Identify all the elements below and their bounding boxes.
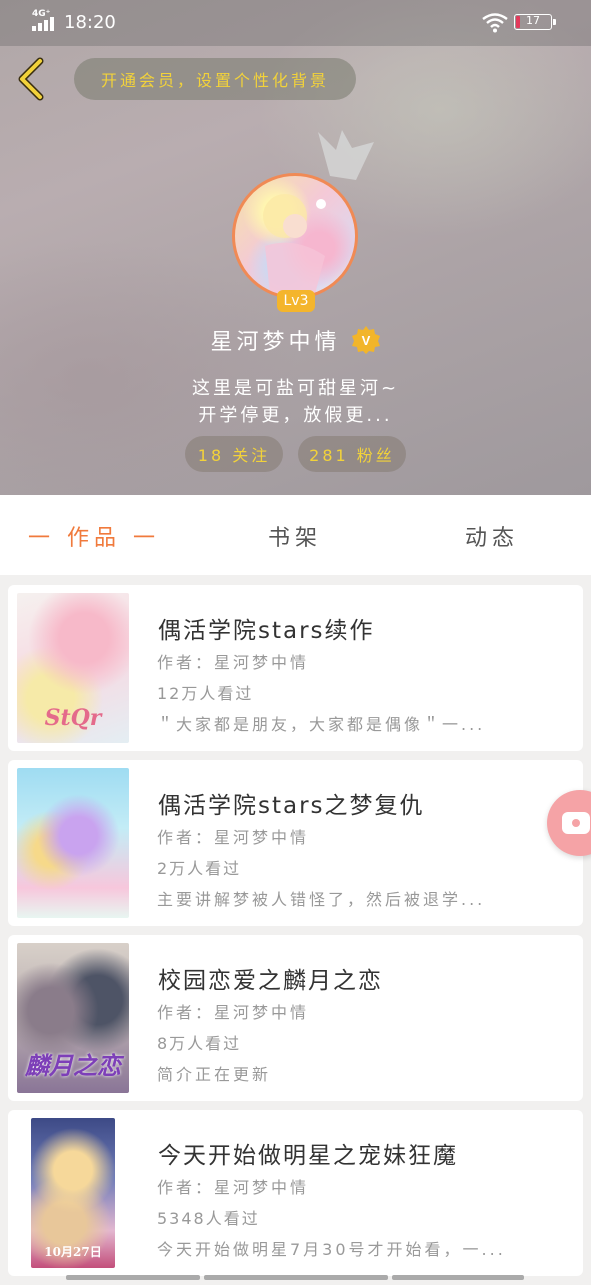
- bio-line-2: 开学停更，放假更...: [198, 405, 393, 426]
- fans-count-button[interactable]: 281 粉丝: [298, 436, 406, 472]
- following-count-button[interactable]: 18 关注: [185, 436, 283, 472]
- battery-icon: 17: [514, 14, 556, 30]
- network-type: 4G⁺: [32, 9, 51, 19]
- avatar-illustration: [263, 194, 326, 294]
- wifi-icon: [482, 13, 508, 33]
- clock: 18:20: [64, 12, 116, 33]
- book-title: 偶活学院stars之梦复仇: [158, 793, 425, 819]
- tab-feed[interactable]: 动态: [465, 495, 519, 575]
- bottom-scroll-indicator: [392, 1275, 524, 1280]
- book-title: 今天开始做明星之宠妹狂魔: [158, 1143, 458, 1169]
- works-list: StQr 偶活学院stars续作 作者：星河梦中情 12万人看过 ＂大家都是朋友…: [8, 585, 583, 1285]
- book-card[interactable]: StQr 偶活学院stars续作 作者：星河梦中情 12万人看过 ＂大家都是朋友…: [8, 585, 583, 751]
- vip-background-button[interactable]: 开通会员，设置个性化背景: [74, 58, 356, 100]
- book-author: 作者：星河梦中情: [157, 653, 310, 672]
- book-title: 校园恋爱之麟月之恋: [158, 968, 383, 994]
- book-description: ＂大家都是朋友，大家都是偶像＂一...: [157, 715, 486, 734]
- book-author: 作者：星河梦中情: [157, 828, 310, 847]
- level-badge: Lv3: [277, 290, 315, 312]
- book-views: 2万人看过: [157, 859, 242, 878]
- book-author: 作者：星河梦中情: [157, 1178, 310, 1197]
- profile-tabs: 一 作品 一 书架 动态: [0, 495, 591, 575]
- cover-title: 麟月之恋: [25, 1051, 121, 1080]
- avatar[interactable]: [232, 173, 358, 299]
- book-author: 作者：星河梦中情: [157, 1003, 310, 1022]
- book-cover: [17, 768, 129, 918]
- nickname: 星河梦中情: [210, 330, 341, 355]
- book-views: 8万人看过: [157, 1034, 242, 1053]
- bottom-scroll-indicator: [66, 1275, 200, 1280]
- nickname-row: 星河梦中情 V: [0, 322, 591, 358]
- status-bar: 4G⁺ 18:20 17: [0, 0, 591, 46]
- book-card[interactable]: 麟月之恋 校园恋爱之麟月之恋 作者：星河梦中情 8万人看过 简介正在更新: [8, 935, 583, 1101]
- cover-title: StQr: [44, 705, 102, 731]
- cover-title: 10月27日: [44, 1245, 102, 1259]
- book-cover: StQr: [17, 593, 129, 743]
- book-views: 12万人看过: [157, 684, 254, 703]
- book-description: 主要讲解梦被人错怪了，然后被退学...: [157, 890, 486, 909]
- book-card[interactable]: 偶活学院stars之梦复仇 作者：星河梦中情 2万人看过 主要讲解梦被人错怪了，…: [8, 760, 583, 926]
- book-card[interactable]: 10月27日 今天开始做明星之宠妹狂魔 作者：星河梦中情 5348人看过 今天开…: [8, 1110, 583, 1276]
- battery-level: 17: [526, 14, 540, 27]
- bottom-scroll-indicator: [204, 1275, 388, 1280]
- signal-icon: 4G⁺: [30, 9, 60, 33]
- bio-line-1: 这里是可盐可甜星河~: [191, 378, 400, 399]
- book-views: 5348人看过: [157, 1209, 260, 1228]
- book-cover: 10月27日: [31, 1118, 115, 1268]
- video-icon: [562, 812, 590, 834]
- verified-v-icon: V: [351, 326, 380, 354]
- back-arrow-icon[interactable]: [12, 56, 52, 102]
- profile-header: 4G⁺ 18:20 17 开通会员，设置个性化背景 Lv3 星河梦中情 V 这里…: [0, 0, 591, 495]
- book-description: 简介正在更新: [157, 1065, 272, 1084]
- book-description: 今天开始做明星7月30号才开始看，一...: [157, 1240, 506, 1259]
- book-title: 偶活学院stars续作: [158, 618, 375, 644]
- book-cover: 麟月之恋: [17, 943, 129, 1093]
- tab-works[interactable]: 一 作品 一: [28, 495, 160, 575]
- tab-bookshelf[interactable]: 书架: [268, 495, 322, 575]
- verified-v-text: V: [361, 333, 370, 348]
